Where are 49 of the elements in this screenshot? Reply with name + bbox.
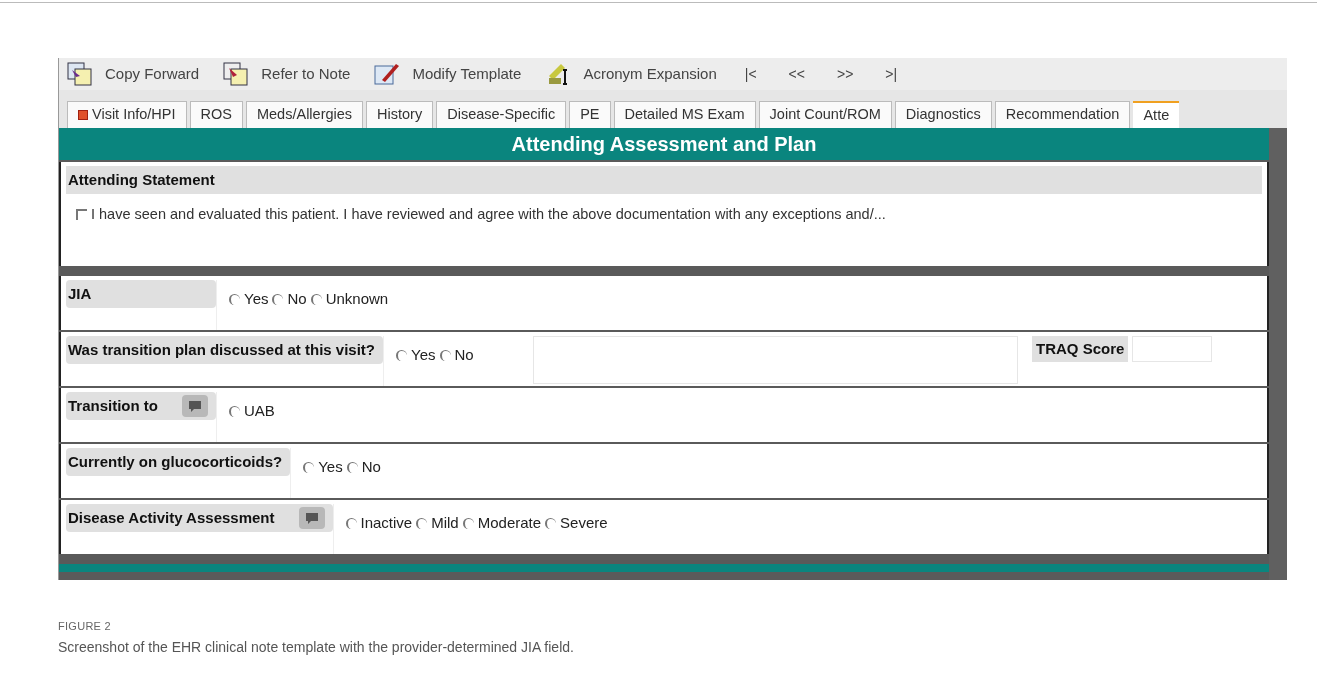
- score-label: TRAQ Score: [1032, 336, 1129, 362]
- toolbar-button[interactable]: Refer to Note: [223, 62, 351, 86]
- statement-heading: Attending Statement: [66, 166, 1262, 194]
- option-label: No: [454, 345, 474, 365]
- field-label: Transition to: [68, 395, 158, 416]
- nav-button[interactable]: >>: [836, 63, 854, 85]
- pencil-icon: [374, 62, 401, 86]
- tab[interactable]: Diagnostics: [894, 101, 992, 128]
- option-label: UAB: [244, 401, 275, 421]
- option-label: Severe: [560, 513, 608, 533]
- toolbar-button[interactable]: Copy Forward: [67, 62, 200, 86]
- field-label: JIA: [68, 283, 92, 304]
- nav-button[interactable]: <<: [788, 63, 805, 85]
- tab[interactable]: Atte: [1133, 101, 1180, 128]
- comment-icon[interactable]: [298, 507, 325, 529]
- option-label: Yes: [244, 289, 269, 309]
- option-label: No: [287, 289, 307, 309]
- option-label: Yes: [318, 457, 343, 477]
- tab[interactable]: Disease-Specific: [436, 101, 567, 128]
- toolbar-button[interactable]: Modify Template: [374, 62, 522, 86]
- toolbar-button[interactable]: Acronym Expansion: [545, 62, 717, 86]
- statement-text: I have seen and evaluated this patient. I have reviewed and agree with the above documentation with any exceptions and/...: [91, 205, 886, 224]
- copy-icon: [67, 62, 93, 86]
- option-label: Mild: [431, 513, 459, 533]
- comment-icon[interactable]: [182, 395, 208, 417]
- option-label: Moderate: [477, 513, 542, 533]
- option-label: Inactive: [360, 513, 413, 533]
- figure-caption: Screenshot of the EHR clinical note template with the provider-determined JIA field.: [58, 637, 575, 657]
- field-label: Currently on glucocorticoids?: [68, 451, 283, 472]
- field-label: Disease Activity Assessment: [68, 507, 275, 528]
- nav-button[interactable]: >|: [885, 63, 898, 85]
- option-label: Unknown: [325, 289, 389, 309]
- document-icon: [223, 62, 250, 86]
- tab[interactable]: Recommendation: [994, 101, 1131, 128]
- option-label: No: [361, 457, 381, 477]
- tab[interactable]: Detailed MS Exam: [613, 101, 756, 128]
- option-label: Yes: [411, 345, 436, 365]
- tab[interactable]: Joint Count/ROM: [758, 101, 892, 128]
- figure-label: FIGURE 2: [58, 619, 112, 634]
- notes-field[interactable]: [533, 336, 1018, 384]
- field-label: Was transition plan discussed at this visit?: [68, 339, 375, 360]
- score-field[interactable]: [1132, 336, 1213, 362]
- tab[interactable]: Visit Info/HPI: [67, 101, 187, 128]
- tab[interactable]: PE: [569, 101, 611, 128]
- tab[interactable]: ROS: [189, 101, 243, 128]
- tab[interactable]: Meds/Allergies: [245, 101, 364, 128]
- tab[interactable]: History: [366, 101, 434, 128]
- section-header: Attending Assessment and Plan: [59, 128, 1269, 160]
- nav-button[interactable]: |<: [744, 63, 757, 85]
